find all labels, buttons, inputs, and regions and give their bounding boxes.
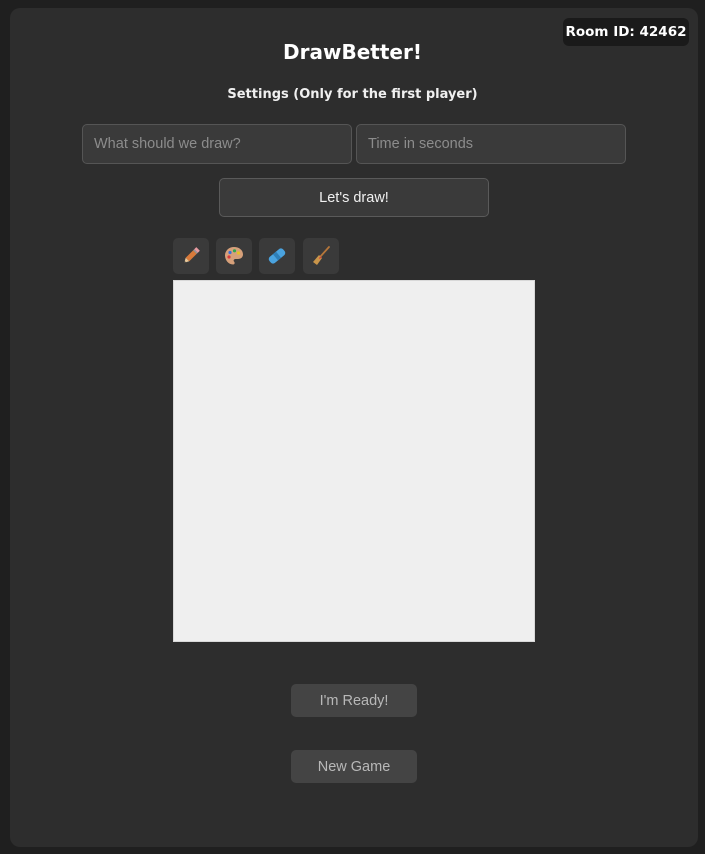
ready-button[interactable]: I'm Ready! bbox=[291, 684, 417, 717]
new-game-button[interactable]: New Game bbox=[291, 750, 417, 783]
eraser-icon bbox=[266, 245, 288, 267]
broom-tool-button[interactable] bbox=[303, 238, 339, 274]
pencil-icon bbox=[180, 245, 202, 267]
drawing-canvas[interactable] bbox=[173, 280, 535, 642]
broom-icon bbox=[310, 245, 332, 267]
eraser-tool-button[interactable] bbox=[259, 238, 295, 274]
palette-icon bbox=[223, 245, 245, 267]
pencil-tool-button[interactable] bbox=[173, 238, 209, 274]
settings-label: Settings (Only for the first player) bbox=[227, 87, 478, 102]
palette-tool-button[interactable] bbox=[216, 238, 252, 274]
draw-subject-input[interactable] bbox=[82, 124, 352, 164]
page-title: DrawBetter! bbox=[283, 40, 422, 64]
lets-draw-button[interactable]: Let's draw! bbox=[219, 178, 489, 217]
time-seconds-input[interactable] bbox=[356, 124, 626, 164]
